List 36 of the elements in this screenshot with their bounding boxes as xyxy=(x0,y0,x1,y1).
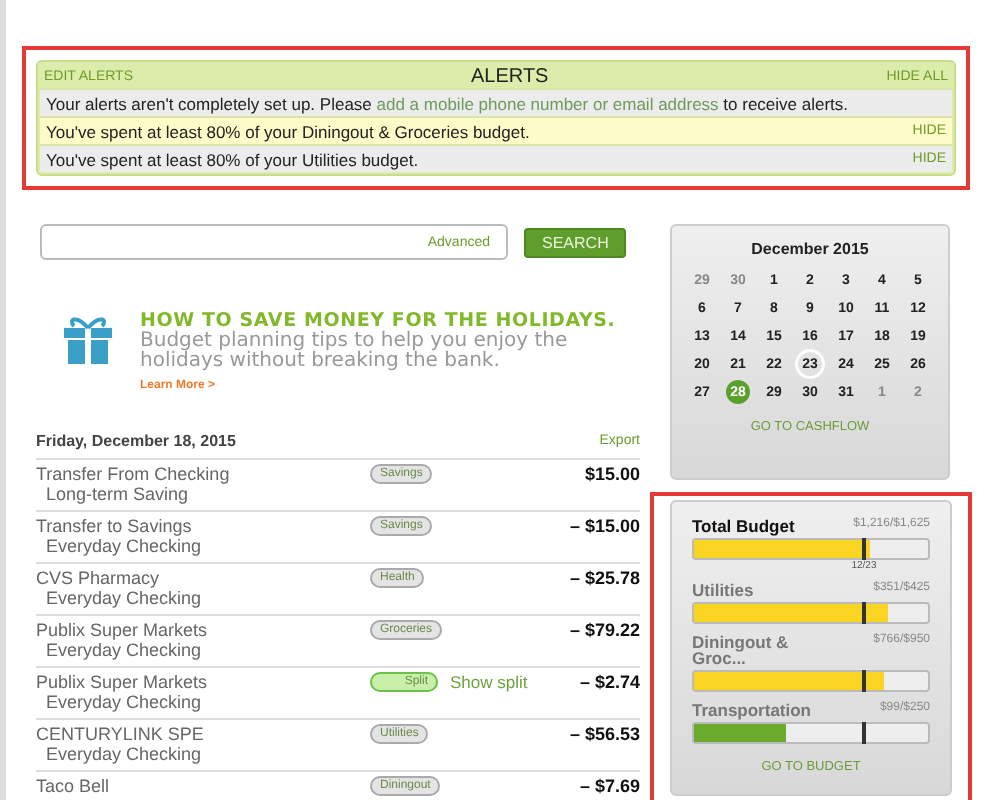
transaction-name: Taco Bell xyxy=(36,776,112,796)
account-name: Everyday Checking xyxy=(46,640,204,660)
transaction-name: CENTURYLINK SPE xyxy=(36,724,206,744)
alert-message: You've spent at least 80% of your Utilities budget. xyxy=(46,149,419,169)
transaction-amount: $15.00 xyxy=(582,464,640,488)
date-marker xyxy=(862,722,866,744)
transaction-amount: – $25.78 xyxy=(567,568,640,592)
transaction-amount: – $56.53 xyxy=(567,724,640,748)
account-name: Everyday Checking xyxy=(46,588,204,608)
transaction-amount: – $7.69 xyxy=(577,776,640,800)
alerts-title: ALERTS xyxy=(471,65,549,87)
promo-headline: HOW TO SAVE MONEY FOR THE HOLIDAYS. xyxy=(140,310,616,332)
date-marker xyxy=(862,538,866,560)
account-name: Long-term Saving xyxy=(46,484,191,504)
budget-name: Transportation xyxy=(692,702,812,718)
transaction-amount: – $2.74 xyxy=(577,672,640,696)
account-name: Everyday Checking xyxy=(46,536,204,556)
transaction-name: Publix Super Markets xyxy=(36,672,210,692)
budget-name: Utilities xyxy=(692,582,756,598)
account-name: Everyday Checking xyxy=(46,692,204,712)
account-name: Everyday Checking xyxy=(46,744,204,764)
date-marker xyxy=(862,670,866,692)
budget-name: Total Budget xyxy=(692,518,797,534)
date-marker xyxy=(862,602,866,624)
transaction-amount: – $79.22 xyxy=(567,620,640,644)
budget-name: Diningout & Groc... xyxy=(692,634,791,666)
calendar-title: December 2015 xyxy=(751,240,869,258)
transaction-amount: – $15.00 xyxy=(567,516,640,540)
date-heading: Friday, December 18, 2015 xyxy=(36,432,236,450)
alert-message: You've spent at least 80% of your Diningout & Groceries budget. xyxy=(46,121,530,141)
transaction-name: Transfer to Savings xyxy=(36,516,194,536)
promo-text: Budget planning tips to help you enjoy the holidays without breaking the bank. xyxy=(140,332,570,372)
transaction-name: CVS Pharmacy xyxy=(36,568,162,588)
transaction-name: Publix Super Markets xyxy=(36,620,210,640)
alert-message: Your alerts aren't completely set up. Please add a mobile phone number or email address to receive alerts. xyxy=(46,93,849,113)
transaction-name: Transfer From Checking xyxy=(36,464,232,484)
